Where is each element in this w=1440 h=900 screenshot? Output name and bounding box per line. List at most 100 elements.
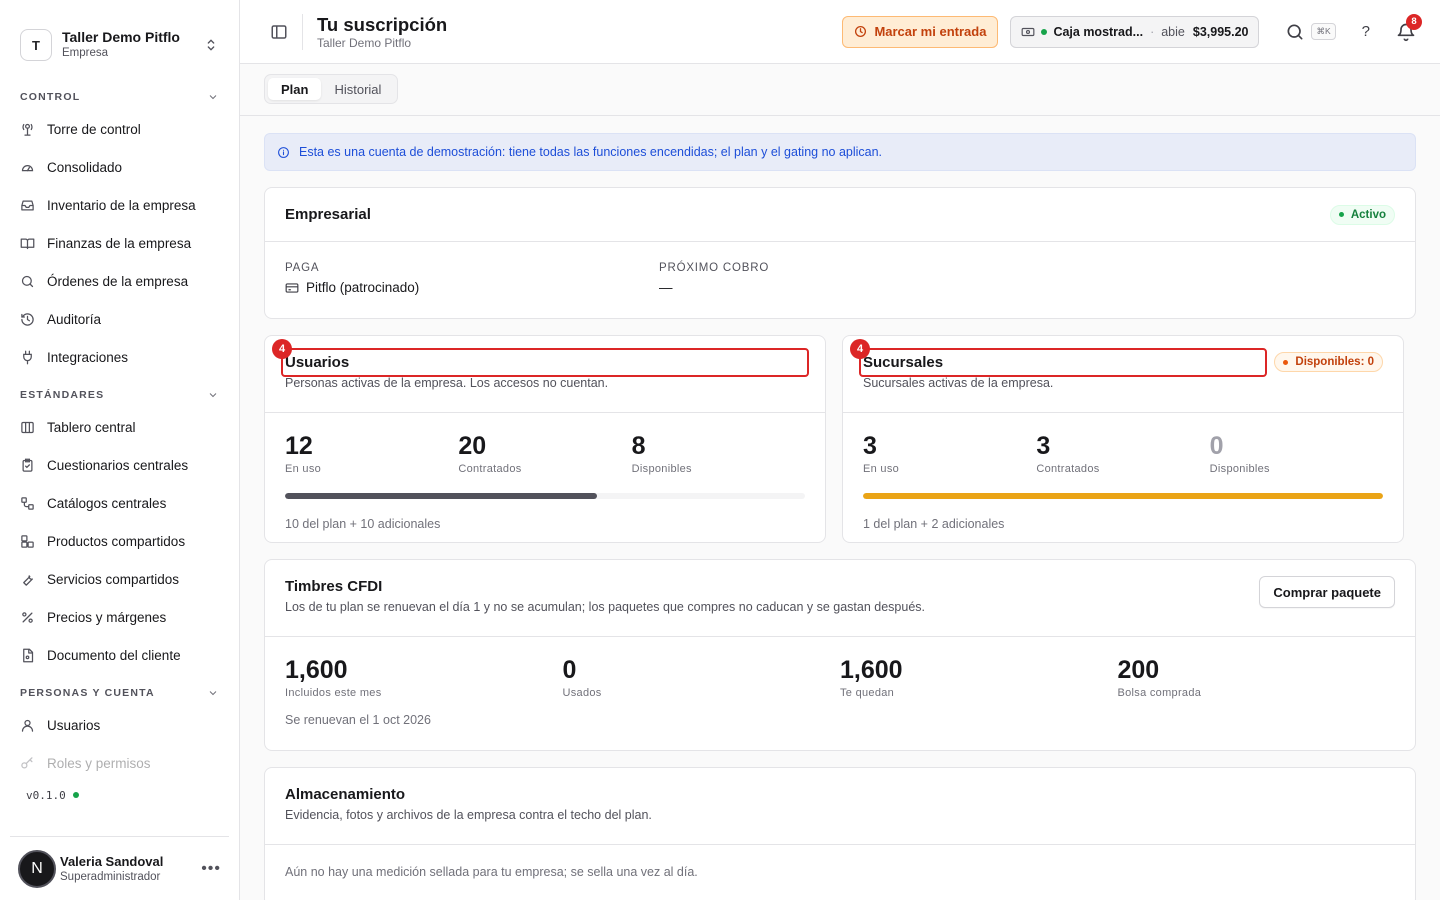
chevrons-up-down-icon	[207, 39, 215, 51]
sidebar-item-torre-de-control[interactable]: Torre de control	[0, 110, 239, 148]
content: Plan Historial Esta es una cuenta de dem…	[240, 64, 1440, 900]
users-in-use: 12	[285, 432, 313, 460]
search-icon	[21, 275, 34, 287]
sidebar-item-label: Cuestionarios centrales	[47, 457, 189, 473]
sidebar-item-finanzas[interactable]: Finanzas de la empresa	[0, 224, 239, 262]
annotation-marker: 4	[272, 339, 292, 359]
sidebar-item-inventario[interactable]: Inventario de la empresa	[0, 186, 239, 224]
cash-register-button[interactable]: Caja mostrad... · abie $3,995.20	[1010, 15, 1260, 48]
annotation-marker: 4	[850, 339, 870, 359]
info-icon	[278, 146, 289, 158]
sidebar-item-consolidado[interactable]: Consolidado	[0, 148, 239, 186]
plan-name: Empresarial	[285, 206, 371, 223]
users-available: 8	[631, 432, 646, 460]
cfdi-description: Los de tu plan se renuevan el día 1 y no…	[285, 600, 926, 614]
notifications-button[interactable]: 8	[1396, 13, 1422, 42]
status-badge-text: Activo	[1350, 208, 1386, 221]
sidebar-item-usuarios[interactable]: Usuarios	[0, 706, 239, 744]
sidebar-toggle-icon[interactable]	[270, 23, 288, 41]
stat-label: Contratados	[458, 463, 522, 475]
app-version: v0.1.0	[0, 784, 239, 806]
sidebar: T Taller Demo Pitflo Empresa CONTROL Tor…	[0, 0, 240, 900]
tabs: Plan Historial	[264, 74, 399, 104]
sidebar-item-ordenes[interactable]: Órdenes de la empresa	[0, 262, 239, 300]
sidebar-item-productos[interactable]: Productos compartidos	[0, 522, 239, 560]
sidebar-item-label: Usuarios	[47, 717, 101, 733]
availability-badge: Disponibles: 0	[1274, 352, 1383, 372]
section-control[interactable]: CONTROL	[0, 84, 239, 110]
sidebar-item-label: Torre de control	[47, 121, 141, 137]
more-horizontal-icon[interactable]: •••	[201, 860, 221, 878]
demo-notice: Esta es una cuenta de demostración: tien…	[264, 133, 1416, 171]
buy-package-button[interactable]: Comprar paquete	[1259, 576, 1395, 608]
chevron-down-icon	[209, 95, 217, 100]
sidebar-item-label: Precios y márgenes	[47, 609, 167, 625]
clock-icon	[855, 25, 867, 38]
sidebar-item-roles[interactable]: Roles y permisos	[0, 744, 239, 782]
register-separator: ·	[1150, 24, 1155, 39]
sidebar-item-servicios[interactable]: Servicios compartidos	[0, 560, 239, 598]
tab-plan[interactable]: Plan	[268, 78, 322, 100]
status-dot	[1041, 28, 1048, 35]
branches-footer: 1 del plan + 2 adicionales	[863, 517, 1005, 531]
user-name: Valeria Sandoval	[60, 854, 164, 869]
register-state: abie	[1161, 24, 1185, 39]
sidebar-item-integraciones[interactable]: Integraciones	[0, 338, 239, 376]
stat-label: Usados	[562, 687, 602, 699]
tab-historial[interactable]: Historial	[321, 78, 394, 100]
availability-badge-text: Disponibles: 0	[1295, 356, 1374, 368]
clock-in-button[interactable]: Marcar mi entrada	[842, 15, 999, 48]
status-badge: Activo	[1329, 204, 1395, 225]
storage-card: Almacenamiento Evidencia, fotos y archiv…	[264, 767, 1416, 900]
sidebar-nav: CONTROL Torre de control Consolidado Inv…	[0, 72, 239, 822]
help-button[interactable]: ?	[1362, 23, 1370, 40]
sidebar-item-label: Servicios compartidos	[47, 571, 180, 587]
sidebar-item-documento-cliente[interactable]: Documento del cliente	[0, 636, 239, 674]
plan-card: Empresarial Activo PAGA Pitflo (patrocin…	[264, 187, 1416, 319]
search-shortcut: ⌘K	[1311, 23, 1336, 40]
sidebar-item-cuestionarios[interactable]: Cuestionarios centrales	[0, 446, 239, 484]
sidebar-item-tablero-central[interactable]: Tablero central	[0, 408, 239, 446]
section-title: PERSONAS Y CUENTA	[20, 687, 155, 699]
avatar: N	[18, 849, 56, 888]
org-switcher[interactable]: T Taller Demo Pitflo Empresa	[0, 0, 239, 72]
section-title: CONTROL	[20, 91, 81, 103]
next-charge-label: PRÓXIMO COBRO	[659, 262, 770, 274]
sidebar-item-label: Finanzas de la empresa	[47, 235, 192, 251]
cfdi-card: Timbres CFDI Los de tu plan se renuevan …	[264, 559, 1416, 751]
tabs-divider	[240, 115, 1440, 116]
stat-label: En uso	[863, 463, 900, 475]
credit-card-icon	[285, 282, 299, 293]
section-estandares[interactable]: ESTÁNDARES	[0, 382, 239, 408]
cfdi-used: 0	[562, 656, 577, 684]
register-name: Caja mostrad...	[1053, 24, 1144, 39]
storage-description: Evidencia, fotos y archivos de la empres…	[285, 808, 652, 822]
section-personas-y-cuenta[interactable]: PERSONAS Y CUENTA	[0, 680, 239, 706]
page-heading: Tu suscripción Taller Demo Pitflo	[302, 13, 448, 50]
section-title: ESTÁNDARES	[20, 389, 105, 401]
branches-contracted: 3	[1036, 432, 1051, 460]
workflow-icon	[21, 496, 34, 510]
sidebar-item-auditoria[interactable]: Auditoría	[0, 300, 239, 338]
user-menu[interactable]: N Valeria Sandoval Superadministrador ••…	[10, 836, 229, 900]
cfdi-included: 1,600	[285, 656, 348, 684]
stat-label: Te quedan	[840, 687, 895, 699]
clock-in-label: Marcar mi entrada	[874, 24, 987, 39]
sidebar-item-precios[interactable]: Precios y márgenes	[0, 598, 239, 636]
chevron-down-icon	[209, 393, 217, 398]
page-title: Tu suscripción	[317, 13, 448, 35]
sidebar-item-label: Consolidado	[47, 159, 123, 175]
branches-card: Sucursales Sucursales activas de la empr…	[842, 335, 1404, 543]
stat-label: Incluidos este mes	[285, 687, 382, 699]
sidebar-item-catalogos[interactable]: Catálogos centrales	[0, 484, 239, 522]
org-avatar: T	[20, 29, 52, 61]
book-icon	[20, 238, 35, 249]
search-button[interactable]: ⌘K	[1285, 22, 1336, 42]
tower-icon	[22, 123, 33, 136]
stat-label: Disponibles	[631, 463, 692, 475]
next-charge-value: —	[659, 280, 673, 295]
payer-value: Pitflo (patrocinado)	[306, 280, 420, 295]
sidebar-item-label: Documento del cliente	[47, 647, 181, 663]
branches-description: Sucursales activas de la empresa.	[863, 376, 1054, 390]
stat-label: Disponibles	[1209, 463, 1270, 475]
